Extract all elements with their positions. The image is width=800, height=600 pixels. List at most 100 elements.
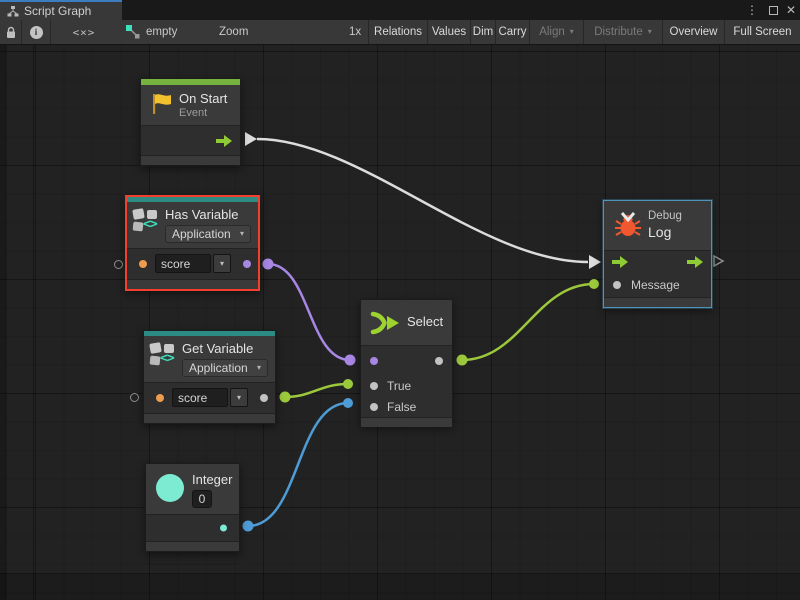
wire-endpoint[interactable] (457, 355, 468, 366)
wire-target-arrow[interactable] (589, 255, 601, 269)
wire-select-to-debug-log-message[interactable] (462, 284, 594, 360)
toolbar-button-distribute[interactable]: Distribute ▾ (583, 20, 662, 44)
variables-icon: <> (133, 209, 161, 233)
variable-name-field[interactable]: score (155, 254, 211, 273)
node-title: Log (648, 224, 671, 240)
graph-canvas[interactable]: On Start Event <> Has Variable (0, 45, 800, 600)
maximize-icon[interactable] (769, 0, 778, 20)
integer-value-field[interactable]: 0 (192, 490, 212, 508)
flow-output-port[interactable] (687, 256, 703, 268)
node-header[interactable]: Integer 0 (146, 464, 239, 514)
node-subtitle: Event (179, 107, 207, 119)
node-footer (141, 156, 240, 165)
integer-literal-icon (156, 474, 184, 502)
toolbar-button-relations[interactable]: Relations (368, 20, 427, 44)
node-debug-log[interactable]: Debug Log Message (603, 200, 712, 308)
node-title: Has Variable (165, 207, 238, 222)
selection-indicator: empty (126, 20, 177, 44)
value-input-port[interactable] (139, 260, 147, 268)
flow-input-port[interactable] (612, 256, 628, 268)
variable-name-dropdown-button[interactable]: ▾ (230, 388, 248, 407)
node-footer (144, 414, 275, 423)
value-output-port[interactable] (220, 525, 227, 532)
code-preview-button[interactable]: <×> (50, 20, 117, 44)
toolbar-button-align[interactable]: Align ▾ (529, 20, 583, 44)
selection-output-port[interactable] (435, 357, 443, 365)
node-integer[interactable]: Integer 0 (145, 463, 240, 552)
value-input-port[interactable] (156, 394, 164, 402)
node-header[interactable]: On Start Event (141, 85, 240, 125)
zoom-value: 1x (349, 20, 361, 44)
zoom-label: Zoom (219, 20, 248, 44)
true-input-port[interactable] (370, 382, 378, 390)
wire-endpoint[interactable] (263, 259, 274, 270)
variable-name-dropdown-button[interactable]: ▾ (213, 254, 231, 273)
wire-endpoint[interactable] (243, 521, 254, 532)
value-output-port[interactable] (260, 394, 268, 402)
true-port-label: True (387, 379, 411, 393)
wire-endpoint[interactable] (343, 379, 353, 389)
canvas-bottom-shade (0, 573, 800, 600)
condition-input-port[interactable] (370, 357, 378, 365)
wire-has-variable-to-select[interactable] (268, 264, 350, 360)
chevron-down-icon: ▾ (648, 28, 652, 36)
node-title: Integer (192, 472, 232, 487)
toolbar-button-full-screen[interactable]: Full Screen (724, 20, 800, 44)
node-title: Get Variable (182, 341, 253, 356)
close-icon[interactable]: ✕ (786, 0, 796, 20)
wire-endpoint[interactable] (345, 355, 356, 366)
wire-source-arrow[interactable] (245, 132, 257, 146)
node-header[interactable]: <> Has Variable Application ▾ (127, 202, 258, 248)
variable-scope-dropdown[interactable]: Application ▾ (165, 225, 251, 243)
unconnected-port-circle[interactable] (114, 260, 123, 269)
chevron-down-icon: ▾ (240, 230, 244, 238)
graph-icon (7, 5, 19, 17)
node-get-variable[interactable]: <> Get Variable Application ▾ score ▾ (143, 330, 276, 424)
toolbar-button-values[interactable]: Values (427, 20, 470, 44)
false-input-port[interactable] (370, 403, 378, 411)
script-graph-window: Script Graph ⋮ ✕ <×> empty Zoom (0, 0, 800, 600)
flow-output-port[interactable] (216, 135, 232, 147)
node-header[interactable]: Debug Log (604, 201, 711, 250)
selection-label: empty (146, 26, 177, 38)
chevron-down-icon: ▾ (220, 259, 224, 268)
window-menu-icon[interactable]: ⋮ (746, 0, 758, 20)
toolbar-button-carry[interactable]: Carry (495, 20, 529, 44)
node-surtitle: Debug (648, 210, 682, 222)
canvas-left-shade (0, 45, 7, 600)
tab-title: Script Graph (24, 4, 91, 18)
variables-icon: <> (150, 343, 178, 367)
variable-name-field[interactable]: score (172, 388, 228, 407)
lock-button[interactable] (0, 20, 21, 44)
tab-script-graph[interactable]: Script Graph (0, 0, 122, 20)
unconnected-port-circle[interactable] (130, 393, 139, 402)
unconnected-flow-port-triangle[interactable] (714, 256, 723, 266)
node-footer (604, 298, 711, 307)
lock-icon (5, 26, 17, 39)
node-footer (146, 542, 239, 551)
node-title: Select (407, 314, 443, 329)
wire-endpoint[interactable] (280, 392, 291, 403)
wire-endpoint[interactable] (343, 398, 353, 408)
message-port-label: Message (631, 278, 680, 292)
wire-on-start-to-debug-log[interactable] (257, 139, 588, 262)
node-has-variable[interactable]: <> Has Variable Application ▾ score ▾ (125, 195, 260, 291)
node-select[interactable]: Select True False (360, 299, 453, 426)
wire-get-variable-to-select-true[interactable] (285, 384, 348, 397)
code-toggle-icon: <×> (73, 26, 96, 39)
node-footer (127, 280, 258, 289)
node-on-start[interactable]: On Start Event (140, 78, 241, 166)
toolbar-button-dim[interactable]: Dim (470, 20, 495, 44)
toolbar-button-overview[interactable]: Overview (662, 20, 724, 44)
chevron-down-icon: ▾ (257, 364, 261, 372)
node-header[interactable]: <> Get Variable Application ▾ (144, 336, 275, 382)
wire-endpoint[interactable] (589, 279, 599, 289)
value-output-port[interactable] (243, 260, 251, 268)
node-footer (361, 418, 452, 427)
info-button[interactable] (21, 20, 50, 44)
variable-scope-dropdown[interactable]: Application ▾ (182, 359, 268, 377)
message-input-port[interactable] (613, 281, 621, 289)
node-header[interactable]: Select (361, 300, 452, 345)
flag-icon (149, 92, 173, 116)
info-icon (30, 26, 43, 39)
